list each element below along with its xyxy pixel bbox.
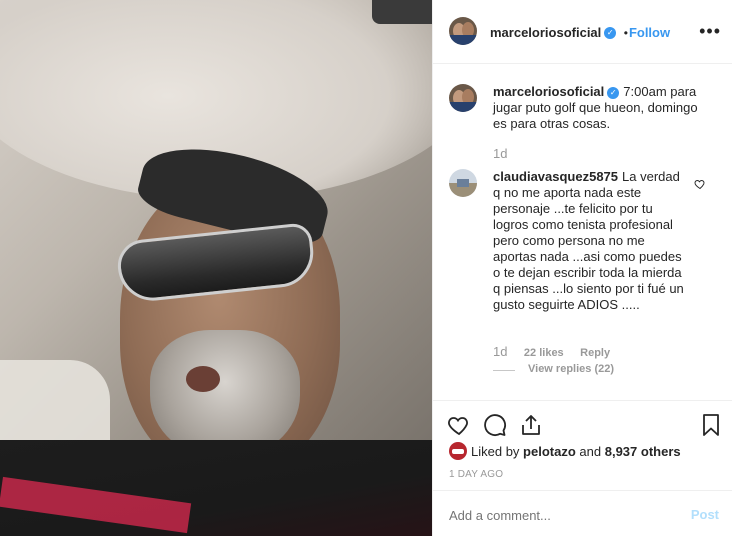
comment-time[interactable]: 1d	[493, 344, 507, 359]
post-date[interactable]: 1 DAY AGO	[449, 469, 503, 480]
post-actions: Liked by pelotazo and 8,937 others 1 DAY…	[433, 400, 732, 491]
liked-by-others[interactable]: 8,937 others	[605, 444, 681, 459]
caption-avatar[interactable]	[449, 84, 477, 112]
comments-list[interactable]: marceloriosoficial ✓ 7:00am para jugar put…	[433, 64, 732, 400]
author-username[interactable]: marceloriosoficial	[490, 25, 601, 40]
caption-verified-badge-icon: ✓	[607, 86, 620, 99]
liked-by-join: and	[579, 444, 602, 459]
post-header: marceloriosoficial ✓ •Follow •••	[433, 0, 732, 64]
speech-bubble-icon	[484, 414, 506, 436]
comment-reply-button[interactable]: Reply	[580, 347, 610, 359]
liked-by-avatar[interactable]	[449, 442, 467, 460]
replies-divider	[493, 370, 515, 371]
view-replies-button[interactable]: View replies (22)	[528, 363, 614, 375]
photo-grab-handle	[372, 0, 432, 24]
verified-badge-icon: ✓	[604, 26, 617, 39]
liked-by-prefix: Liked by	[471, 444, 520, 459]
comment-text: La verdad q no me aporta nada este perso…	[493, 169, 684, 312]
follow-button[interactable]: Follow	[629, 25, 670, 40]
photo-mouth	[186, 366, 220, 392]
post-photo[interactable]	[0, 0, 432, 536]
comment-button[interactable]	[483, 413, 507, 437]
liked-by-line: Liked by pelotazo and 8,937 others	[471, 444, 681, 459]
add-comment-bar: Post	[433, 490, 732, 537]
separator-dot: •	[623, 26, 628, 40]
bookmark-icon	[703, 414, 719, 436]
comment-likes[interactable]: 22 likes	[524, 347, 564, 359]
post-side-panel: marceloriosoficial ✓ •Follow ••• marcelor…	[432, 0, 732, 536]
like-button[interactable]	[447, 413, 471, 437]
commenter-avatar[interactable]	[449, 169, 477, 197]
comment-like-icon[interactable]	[694, 178, 706, 190]
commenter-username[interactable]: claudiavasquez5875	[493, 169, 618, 184]
caption-username[interactable]: marceloriosoficial	[493, 84, 604, 99]
heart-icon	[448, 417, 468, 436]
save-button[interactable]	[699, 413, 723, 437]
more-options-icon[interactable]: •••	[699, 22, 721, 40]
liked-by-user[interactable]: pelotazo	[523, 444, 576, 459]
share-icon	[522, 415, 540, 435]
author-avatar[interactable]	[449, 17, 477, 45]
caption-time[interactable]: 1d	[493, 146, 507, 161]
comment-input[interactable]	[447, 503, 671, 527]
share-button[interactable]	[519, 413, 543, 437]
post-comment-button[interactable]: Post	[691, 507, 719, 522]
